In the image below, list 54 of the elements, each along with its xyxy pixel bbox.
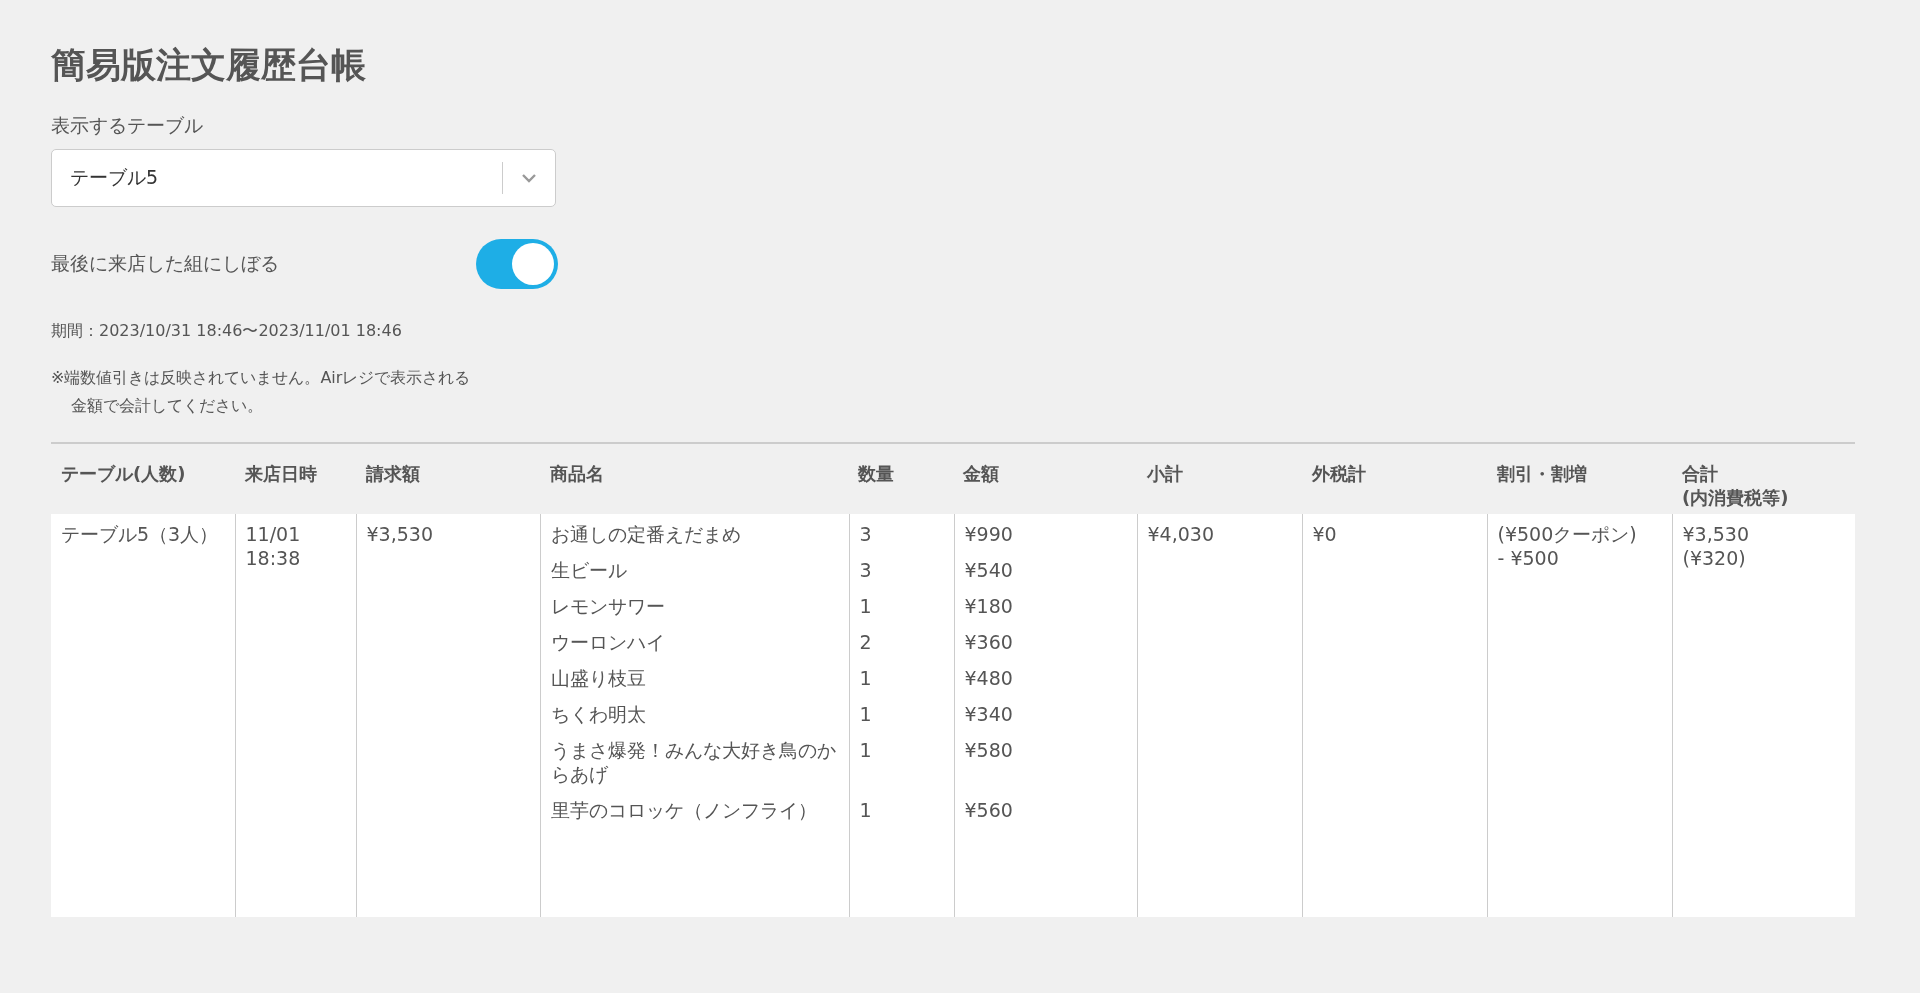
table-cell: 18:38 (245, 546, 301, 570)
note-text: 金額で会計してください。 (71, 395, 263, 417)
table-select[interactable]: テーブル5 (51, 149, 556, 207)
column-header: テーブル(人数) (51, 443, 235, 514)
table-cell: ¥0 (1312, 523, 1337, 545)
table-cell: (¥500クーポン) (1497, 522, 1637, 546)
table-cell: ウーロンハイ (550, 631, 665, 653)
table-cell: 3 (859, 559, 872, 581)
table-cell: - ¥500 (1497, 546, 1559, 570)
chevron-down-icon (521, 173, 537, 183)
column-header: 金額 (962, 462, 1000, 486)
table-cell: 山盛り枝豆 (550, 667, 646, 689)
table-cell: ¥990 (964, 523, 1013, 545)
column-header: 数量 (857, 462, 895, 486)
column-header: 割引・割増 (1487, 443, 1672, 514)
table-cell: ¥540 (964, 559, 1013, 581)
table-cell: ¥3,530 (366, 523, 433, 545)
table-cell: 1 (859, 595, 872, 617)
table-cell: ちくわ明太 (550, 703, 646, 725)
column-header: 請求額 (356, 443, 540, 514)
note-text: ※端数値引きは反映されていません。Airレジで表示される (51, 367, 471, 389)
toggle-switch[interactable] (476, 239, 558, 289)
table-cell: 里芋のコロッケ（ノンフライ） (550, 799, 817, 821)
table-cell: テーブル5（3人） (61, 523, 219, 545)
period-text: 期間：2023/10/31 18:46〜2023/11/01 18:46 (51, 321, 402, 342)
table-cell: ¥3,530 (1682, 522, 1749, 546)
table-cell: ¥580 (964, 739, 1013, 761)
table-cell: 1 (859, 739, 872, 761)
table-cell: ¥360 (964, 631, 1013, 653)
table-cell: 2 (859, 631, 872, 653)
table-cell: レモンサワー (550, 595, 665, 617)
table-cell: 3 (859, 523, 872, 545)
table-cell: 11/01 (245, 522, 301, 546)
select-label: 表示するテーブル (51, 113, 203, 138)
table-cell: 1 (859, 799, 872, 821)
table-cell: ¥180 (964, 595, 1013, 617)
column-header: 合計 (1682, 462, 1719, 486)
column-header: 外税計 (1302, 443, 1487, 514)
table-cell: 1 (859, 703, 872, 725)
table-cell: 生ビール (550, 559, 627, 581)
page-title: 簡易版注文履歴台帳 (51, 44, 366, 87)
table-cell: (¥320) (1682, 546, 1746, 570)
column-header: 来店日時 (235, 443, 356, 514)
table-cell: ¥4,030 (1147, 523, 1214, 545)
column-header: (内消費税等) (1682, 486, 1790, 510)
filter-label: 最後に来店した組にしぼる (51, 251, 279, 276)
column-header: 商品名 (549, 462, 605, 486)
table-cell: ¥480 (964, 667, 1013, 689)
table-cell: うまさ爆発！みんな大好き鳥のからあげ (550, 739, 836, 785)
table-cell: 1 (859, 667, 872, 689)
table-cell: ¥560 (964, 799, 1013, 821)
column-header: 小計 (1137, 443, 1302, 514)
table-cell: お通しの定番えだまめ (550, 523, 741, 545)
table-cell: ¥340 (964, 703, 1013, 725)
